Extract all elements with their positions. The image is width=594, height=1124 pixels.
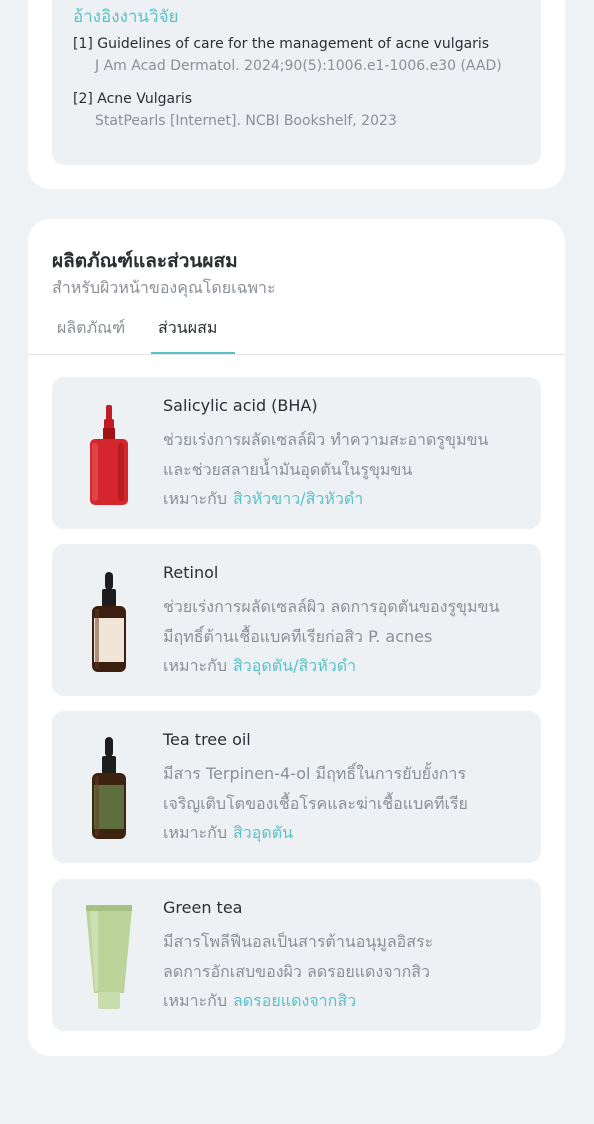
tab-products[interactable]: ผลิตภัณฑ์ (57, 316, 125, 341)
ingredient-description-line: มีสาร Terpinen-4-ol มีฤทธิ์ในการยับยั้งก… (163, 764, 467, 783)
reference-title: [2] Acne Vulgaris (73, 91, 193, 107)
reference-title: [1] Guidelines of care for the managemen… (73, 36, 490, 52)
ingredient-description: ช่วยเร่งการผลัดเซลล์ผิว ทำความสะอาดรูขุม… (163, 425, 533, 485)
ingredient-name: Tea tree oil (163, 730, 251, 749)
references-panel: อ้างอิงงานวิจัย [1] Guidelines of care f… (52, 0, 541, 165)
amber-dropper-bottle-icon (92, 572, 126, 672)
ingredient-name: Retinol (163, 563, 219, 582)
reference-source: StatPearls [Internet]. NCBI Bookshelf, 2… (95, 113, 397, 129)
ingredient-name: Salicylic acid (BHA) (163, 396, 318, 415)
active-tab-indicator (151, 352, 235, 354)
suitable-for: เหมาะกับ สิวอุดตัน (163, 821, 293, 846)
products-subtitle: สำหรับผิวหน้าของคุณโดยเฉพาะ (52, 278, 276, 297)
products-title: ผลิตภัณฑ์และส่วนผสม (52, 250, 238, 272)
ingredient-description-line: มีฤทธิ์ต้านเชื้อแบคทีเรียก่อสิว P. acnes (163, 627, 433, 646)
green-label-dropper-bottle-icon (92, 737, 126, 839)
green-tube-icon (86, 905, 132, 1009)
ingredient-description-line: ลดการอักเสบของผิว ลดรอยแดงจากสิว (163, 962, 431, 981)
red-serum-bottle-icon (90, 405, 128, 505)
ingredient-description-line: ช่วยเร่งการผลัดเซลล์ผิว ลดการอุดตันของรู… (163, 597, 500, 616)
references-card: อ้างอิงงานวิจัย [1] Guidelines of care f… (28, 0, 565, 189)
suitable-value[interactable]: สิวอุดตัน/สิวหัวดำ (233, 656, 356, 675)
ingredient-description-line: มีสารโพลีฟีนอลเป็นสารต้านอนุมูลอิสระ (163, 932, 434, 951)
references-title: อ้างอิงงานวิจัย (73, 7, 179, 27)
ingredient-card[interactable]: Green tea มีสารโพลีฟีนอลเป็นสารต้านอนุมู… (52, 879, 541, 1031)
reference-source: J Am Acad Dermatol. 2024;90(5):1006.e1-1… (95, 58, 502, 74)
ingredient-description-line: เจริญเติบโตของเชื้อโรคและฆ่าเชื้อแบคทีเร… (163, 794, 468, 813)
suitable-for: เหมาะกับ สิวอุดตัน/สิวหัวดำ (163, 654, 356, 679)
suitable-value[interactable]: ลดรอยแดงจากสิว (233, 991, 356, 1010)
ingredient-description: มีสาร Terpinen-4-ol มีฤทธิ์ในการยับยั้งก… (163, 759, 533, 819)
suitable-label: เหมาะกับ (163, 489, 227, 508)
ingredient-description-line: และช่วยสลายน้ำมันอุดตันในรูขุมขน (163, 460, 413, 479)
ingredient-card[interactable]: Tea tree oil มีสาร Terpinen-4-ol มีฤทธิ์… (52, 711, 541, 863)
tab-bar: ผลิตภัณฑ์ ส่วนผสม (28, 309, 565, 355)
ingredient-description: มีสารโพลีฟีนอลเป็นสารต้านอนุมูลอิสระ ลดก… (163, 927, 533, 987)
suitable-for: เหมาะกับ ลดรอยแดงจากสิว (163, 989, 356, 1014)
suitable-label: เหมาะกับ (163, 991, 227, 1010)
suitable-label: เหมาะกับ (163, 656, 227, 675)
suitable-label: เหมาะกับ (163, 823, 227, 842)
ingredient-description-line: ช่วยเร่งการผลัดเซลล์ผิว ทำความสะอาดรูขุม… (163, 430, 489, 449)
ingredient-description: ช่วยเร่งการผลัดเซลล์ผิว ลดการอุดตันของรู… (163, 592, 533, 652)
suitable-for: เหมาะกับ สิวหัวขาว/สิวหัวดำ (163, 487, 363, 512)
tab-ingredients[interactable]: ส่วนผสม (158, 316, 217, 341)
ingredient-name: Green tea (163, 898, 243, 917)
reference-item: [2] Acne Vulgaris StatPearls [Internet].… (73, 91, 397, 129)
ingredient-card[interactable]: Retinol ช่วยเร่งการผลัดเซลล์ผิว ลดการอุด… (52, 544, 541, 696)
products-card: ผลิตภัณฑ์และส่วนผสม สำหรับผิวหน้าของคุณโ… (28, 219, 565, 1056)
suitable-value[interactable]: สิวหัวขาว/สิวหัวดำ (233, 489, 363, 508)
reference-item: [1] Guidelines of care for the managemen… (73, 36, 502, 74)
suitable-value[interactable]: สิวอุดตัน (233, 823, 293, 842)
ingredient-card[interactable]: Salicylic acid (BHA) ช่วยเร่งการผลัดเซลล… (52, 377, 541, 529)
